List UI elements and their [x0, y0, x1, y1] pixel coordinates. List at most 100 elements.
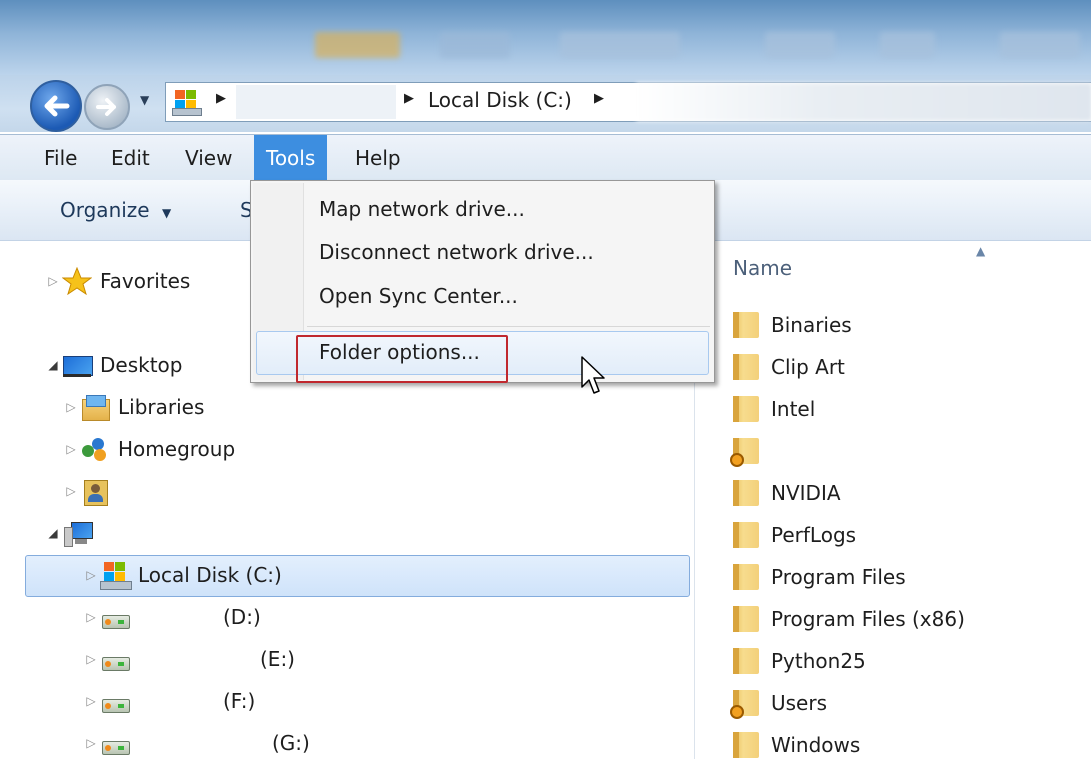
- forward-arrow-icon: [96, 98, 116, 116]
- list-item[interactable]: Intel: [733, 389, 815, 429]
- locked-folder-icon: [730, 438, 759, 467]
- tree-item-homegroup[interactable]: ▷ Homegroup: [62, 429, 235, 469]
- folder-icon: [733, 606, 759, 632]
- list-item[interactable]: Windows: [733, 725, 860, 765]
- menu-separator: [307, 326, 710, 327]
- blurred-ribbon: [636, 83, 1091, 121]
- tree-item-computer[interactable]: ◢: [44, 513, 250, 553]
- recent-pages-dropdown-icon[interactable]: ▼: [140, 93, 149, 107]
- redacted-label: [771, 436, 881, 466]
- desktop-icon: [62, 351, 93, 379]
- breadcrumb-blurred: [236, 85, 396, 119]
- chevron-down-icon: ▼: [161, 206, 172, 220]
- tree-item-favorites[interactable]: ▷ Favorites: [44, 261, 190, 301]
- list-item[interactable]: Python25: [733, 641, 866, 681]
- collapse-arrow-icon[interactable]: ◢: [44, 526, 62, 540]
- expand-arrow-icon[interactable]: ▷: [62, 400, 80, 414]
- back-button[interactable]: [30, 80, 82, 132]
- list-item[interactable]: PerfLogs: [733, 515, 856, 555]
- list-item[interactable]: Program Files (x86): [733, 599, 965, 639]
- file-name: Program Files (x86): [771, 607, 965, 631]
- expand-arrow-icon[interactable]: ▷: [82, 652, 100, 666]
- redacted-label: [118, 476, 228, 506]
- mouse-cursor-icon: [580, 355, 608, 402]
- column-header-name[interactable]: Name: [733, 256, 792, 280]
- menu-edit[interactable]: Edit: [99, 135, 162, 181]
- menu-help[interactable]: Help: [343, 135, 413, 181]
- file-name: NVIDIA: [771, 481, 841, 505]
- tree-label-desktop: Desktop: [100, 353, 183, 377]
- back-arrow-icon: [44, 95, 70, 117]
- list-item[interactable]: Clip Art: [733, 347, 845, 387]
- menu-view[interactable]: View: [173, 135, 244, 181]
- tree-item-drive-f[interactable]: ▷ (F:): [82, 681, 255, 721]
- tree-label-homegroup: Homegroup: [118, 437, 236, 461]
- organize-label: Organize: [60, 198, 150, 222]
- file-name: PerfLogs: [771, 523, 857, 547]
- list-item[interactable]: Users: [730, 683, 828, 723]
- annotation-highlight-box: [296, 335, 508, 383]
- forward-button[interactable]: [84, 84, 130, 130]
- menu-item-disconnect-network-drive[interactable]: Disconnect network drive...: [319, 232, 594, 272]
- file-name: Intel: [771, 397, 816, 421]
- user-folder-icon: [80, 477, 110, 506]
- tree-label-local-disk-c: Local Disk (C:): [138, 563, 282, 587]
- file-name: Binaries: [771, 313, 852, 337]
- expand-arrow-icon[interactable]: ▷: [82, 694, 100, 708]
- file-name: Python25: [771, 649, 866, 673]
- folder-icon: [733, 648, 759, 674]
- breadcrumb-separator-icon[interactable]: ▶: [594, 91, 604, 106]
- expand-arrow-icon[interactable]: ▷: [82, 736, 100, 750]
- breadcrumb-local-disk[interactable]: Local Disk (C:): [428, 88, 572, 112]
- list-item[interactable]: Program Files: [733, 557, 906, 597]
- expand-arrow-icon[interactable]: ▷: [44, 274, 62, 288]
- tree-item-desktop[interactable]: ◢ Desktop: [44, 345, 182, 385]
- tree-item-drive-g[interactable]: ▷ (G:): [82, 723, 310, 763]
- file-name: Users: [771, 691, 828, 715]
- redacted-label: [100, 518, 250, 548]
- tree-item-drive-d[interactable]: ▷ (D:): [82, 597, 261, 637]
- list-item[interactable]: NVIDIA: [733, 473, 841, 513]
- list-item[interactable]: Binaries: [733, 305, 852, 345]
- folder-icon: [733, 354, 759, 380]
- tree-item-libraries[interactable]: ▷ Libraries: [62, 387, 204, 427]
- computer-icon: [62, 519, 93, 547]
- file-name: Program Files: [771, 565, 906, 589]
- file-name: Clip Art: [771, 355, 845, 379]
- tree-label-drive-f: (F:): [223, 689, 256, 713]
- expand-arrow-icon[interactable]: ▷: [82, 568, 100, 582]
- tree-item-user[interactable]: ▷: [62, 471, 228, 511]
- expand-arrow-icon[interactable]: ▷: [82, 610, 100, 624]
- locked-folder-icon: [730, 690, 759, 719]
- drive-icon: [100, 729, 130, 757]
- tree-label-libraries: Libraries: [118, 395, 205, 419]
- expand-arrow-icon[interactable]: ▷: [62, 484, 80, 498]
- menu-item-map-network-drive[interactable]: Map network drive...: [319, 189, 525, 229]
- breadcrumb-separator-icon[interactable]: ▶: [216, 91, 226, 106]
- folder-icon: [733, 564, 759, 590]
- address-bar[interactable]: ▶ ▶ Local Disk (C:) ▶: [165, 82, 1091, 122]
- menu-item-open-sync-center[interactable]: Open Sync Center...: [319, 276, 518, 316]
- tree-label-favorites: Favorites: [100, 269, 191, 293]
- list-item[interactable]: [730, 431, 881, 471]
- folder-icon: [733, 312, 759, 338]
- tree-item-local-disk-c[interactable]: ▷ Local Disk (C:): [82, 555, 282, 595]
- folder-icon: [733, 480, 759, 506]
- drive-icon: [100, 645, 130, 673]
- menu-tools[interactable]: Tools: [254, 135, 328, 181]
- menu-file[interactable]: File: [32, 135, 89, 181]
- homegroup-icon: [80, 435, 110, 463]
- breadcrumb-separator-icon[interactable]: ▶: [404, 91, 414, 106]
- sort-ascending-icon: ▲: [976, 244, 986, 258]
- expand-arrow-icon[interactable]: ▷: [62, 442, 80, 456]
- menu-bar: File Edit View Tools Help: [0, 134, 1091, 181]
- collapse-arrow-icon[interactable]: ◢: [44, 358, 62, 372]
- tree-label-drive-d: (D:): [223, 605, 261, 629]
- computer-drive-icon: [172, 88, 202, 116]
- file-name: Windows: [771, 733, 861, 757]
- tree-item-drive-e[interactable]: ▷ (E:): [82, 639, 295, 679]
- star-icon: [61, 266, 93, 296]
- tree-label-drive-e: (E:): [260, 647, 295, 671]
- organize-button[interactable]: Organize ▼: [60, 198, 171, 222]
- libraries-icon: [80, 393, 110, 421]
